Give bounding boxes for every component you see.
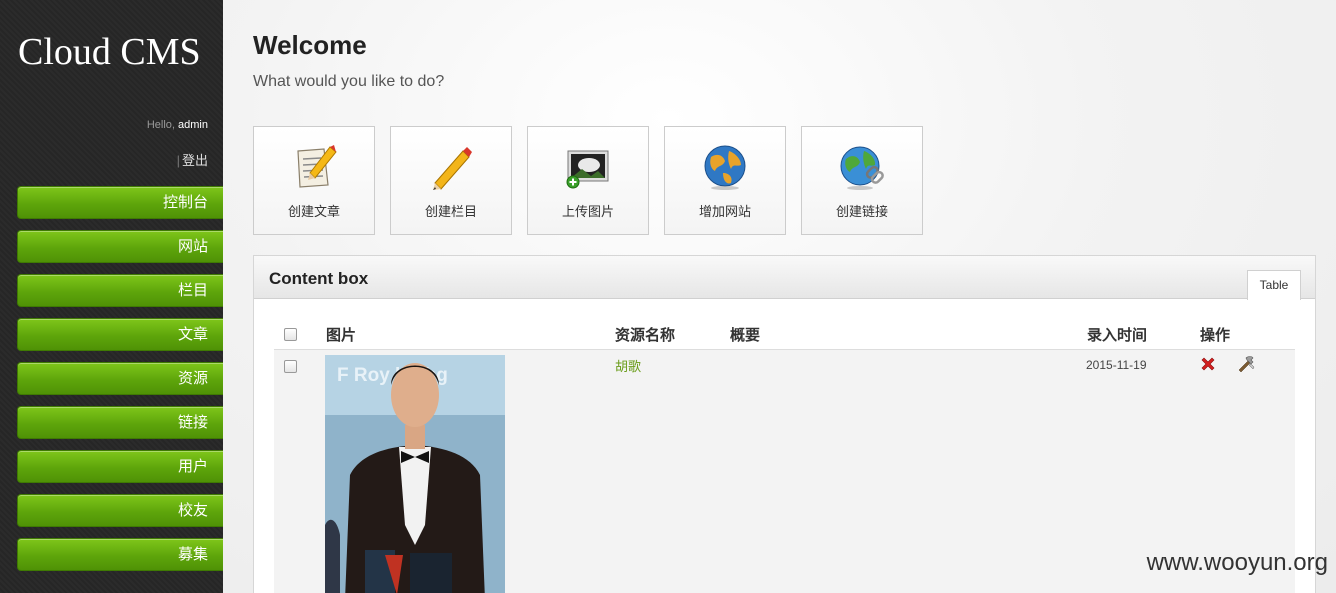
column-header-image: 图片 [326,327,357,344]
column-header-summary: 概要 [730,327,761,344]
shortcut-create-link[interactable]: 创建链接 [801,126,923,235]
shortcut-create-column[interactable]: 创建栏目 [390,126,512,235]
watermark: www.wooyun.org [1146,549,1328,576]
shortcut-label: 创建链接 [835,204,888,219]
shortcut-label: 创建栏目 [424,204,477,219]
globe-link-icon [840,146,884,190]
logout-area: | 登出 [177,150,208,169]
shortcut-create-article[interactable]: 创建文章 [253,126,375,235]
table-row: F Roy l Rihg 胡歌 2015-11-19 [274,350,1295,593]
sidebar: Cloud CMS Hello, admin | 登出 控制台 网站 栏目 文章 … [0,0,223,593]
tab-table[interactable]: Table [1247,270,1301,300]
globe-icon [704,145,746,190]
select-all-checkbox[interactable] [284,328,297,341]
user-name: admin [178,119,208,131]
resource-name-link[interactable]: 胡歌 [615,356,641,375]
logout-link[interactable]: 登出 [182,153,208,168]
page-subtitle: What would you like to do? [253,73,445,90]
resource-date: 2015-11-19 [1086,358,1147,372]
user-greeting: Hello, admin [147,119,208,131]
column-header-date: 录入时间 [1087,327,1148,344]
resource-thumbnail[interactable]: F Roy l Rihg [325,355,505,593]
sidebar-item-dashboard[interactable]: 控制台 [17,186,223,219]
column-header-actions: 操作 [1200,327,1231,344]
sidebar-item-resources[interactable]: 资源 [17,362,223,395]
sidebar-nav: 控制台 网站 栏目 文章 资源 链接 用户 校友 募集 [17,186,223,582]
shortcut-label: 增加网站 [698,204,751,219]
resource-photo: F Roy l Rihg [325,355,505,593]
app-logo: Cloud CMS [18,31,201,73]
column-header-name: 资源名称 [615,327,676,344]
upload-image-icon [566,150,609,189]
content-box-header: Content box Table [254,256,1315,300]
content-box-title: Content box [269,269,369,288]
edit-icon[interactable] [1237,355,1255,373]
table-header: 图片 资源名称 概要 录入时间 操作 [274,318,1295,350]
shortcut-label: 创建文章 [287,204,340,219]
content-box: Content box Table 图片 资源名称 概要 录入时间 操作 F R… [253,255,1316,593]
sidebar-item-fundraising[interactable]: 募集 [17,538,223,571]
sidebar-item-articles[interactable]: 文章 [17,318,223,351]
edit-document-icon [297,145,337,188]
shortcut-add-site[interactable]: 增加网站 [664,126,786,235]
logout-separator: | [176,153,180,168]
shortcut-label: 上传图片 [561,204,614,219]
sidebar-item-links[interactable]: 链接 [17,406,223,439]
pencil-icon [433,147,472,190]
sidebar-item-columns[interactable]: 栏目 [17,274,223,307]
greeting-prefix: Hello, [146,119,179,131]
delete-icon[interactable] [1200,356,1216,372]
main-content: Welcome What would you like to do? 创建文章 … [223,0,1336,593]
row-checkbox[interactable] [284,360,297,373]
sidebar-item-sites[interactable]: 网站 [17,230,223,263]
shortcut-upload-image[interactable]: 上传图片 [527,126,649,235]
sidebar-item-users[interactable]: 用户 [17,450,223,483]
page-title: Welcome [253,30,367,60]
sidebar-item-alumni[interactable]: 校友 [17,494,223,527]
